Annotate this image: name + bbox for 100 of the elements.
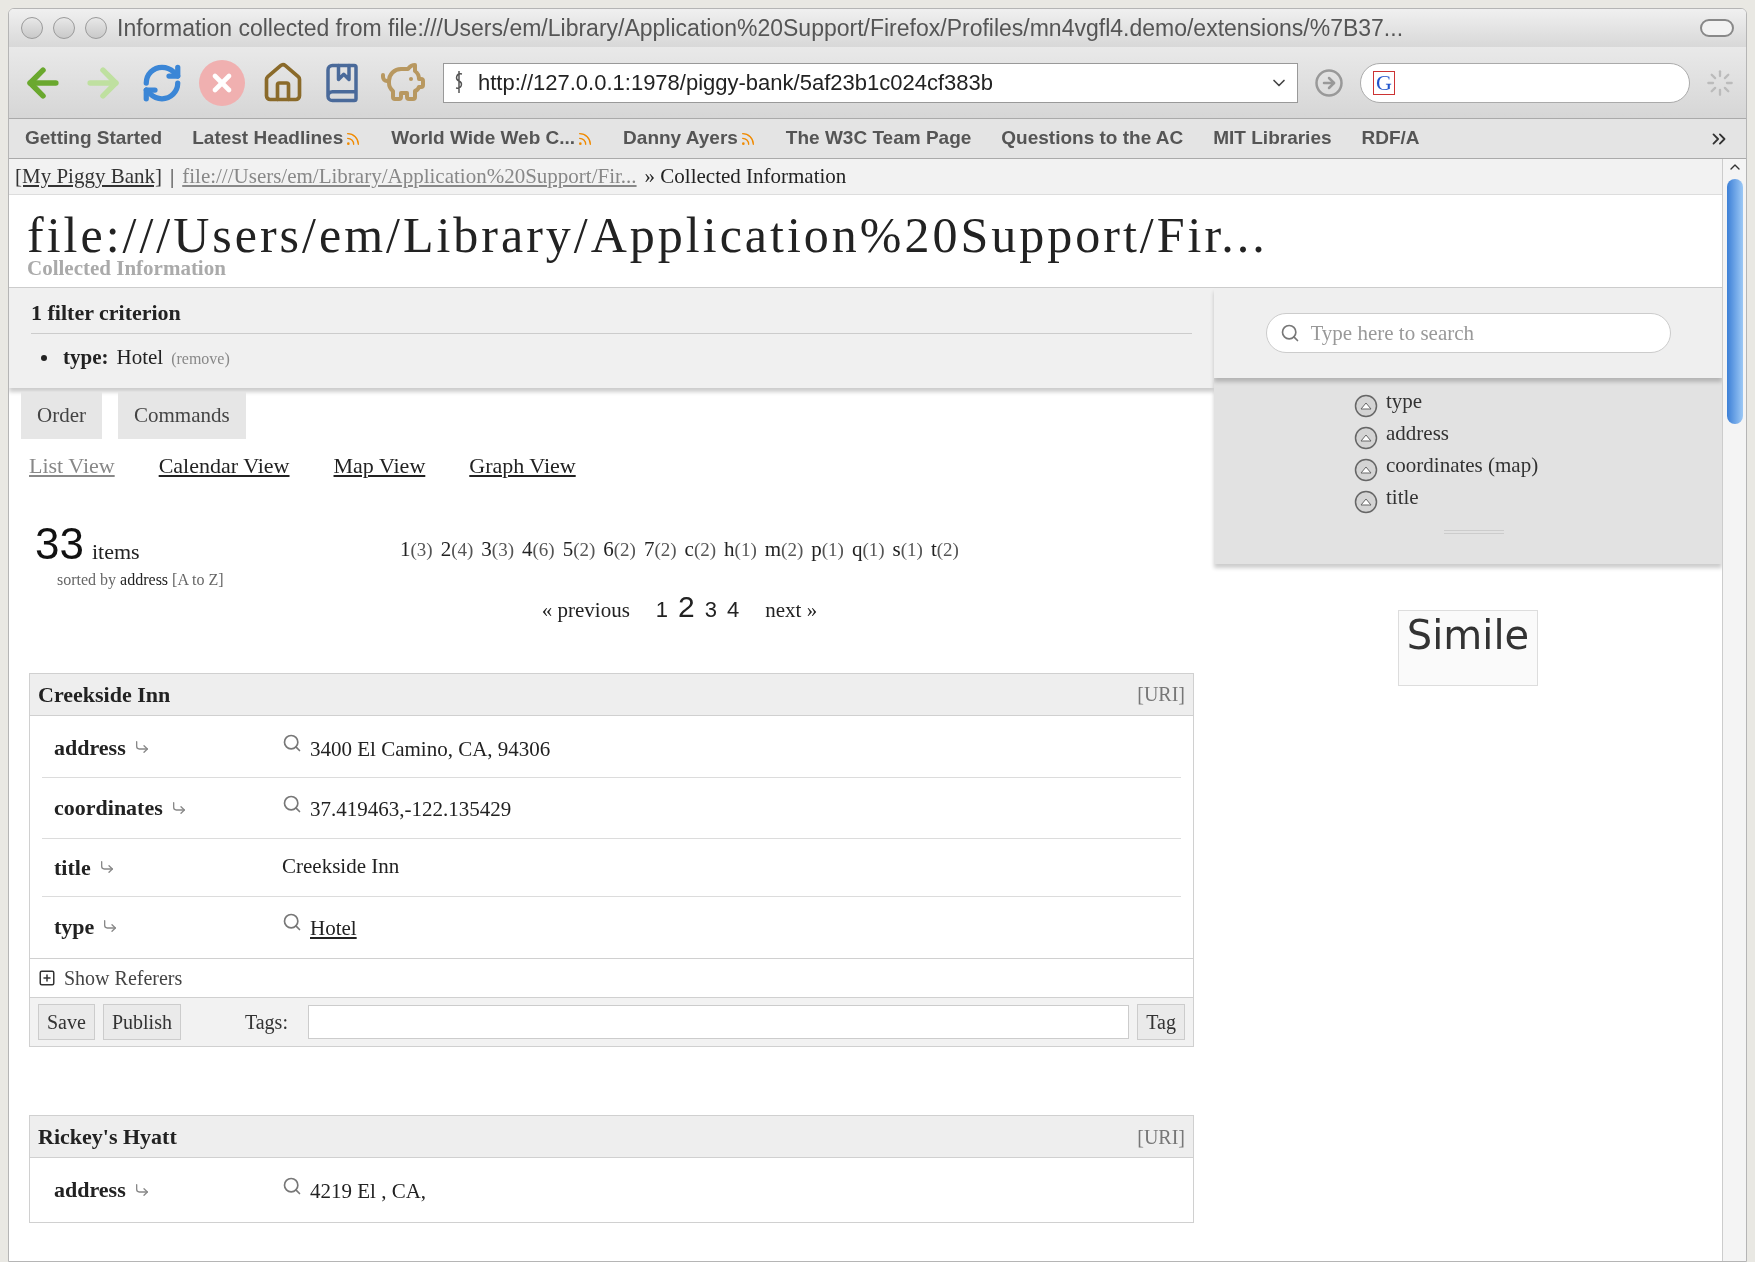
index-link[interactable]: m(2)	[764, 534, 804, 566]
sort-prefix: sorted by	[57, 570, 117, 591]
index-link[interactable]: s(1)	[892, 534, 923, 566]
property-name: address	[54, 733, 126, 762]
search-field[interactable]: Type here to search	[1265, 313, 1671, 353]
facet-label[interactable]: type	[1386, 386, 1423, 418]
home-link[interactable]: [My Piggy Bank]	[15, 160, 162, 193]
property-name: address	[54, 1176, 126, 1205]
stop-button[interactable]	[199, 59, 245, 106]
search-icon[interactable]	[282, 1175, 302, 1196]
search-engine-logo[interactable]: G	[1373, 70, 1395, 95]
property-value: 37.419463,-122.135429	[310, 796, 512, 823]
tag-button[interactable]: Tag	[1137, 1004, 1185, 1040]
sort-order-link[interactable]: [A to Z]	[172, 568, 224, 592]
feed-icon	[577, 130, 594, 147]
tags-input[interactable]	[307, 1005, 1130, 1039]
curved-arrow-icon[interactable]	[170, 799, 187, 816]
filter-value: Hotel	[116, 344, 164, 371]
bookmark-item[interactable]: MIT Libraries	[1213, 124, 1332, 153]
search-icon[interactable]	[282, 793, 302, 814]
collapse-icon[interactable]	[1354, 458, 1378, 482]
bookmark-item[interactable]: World Wide Web C...	[391, 124, 594, 153]
search-engine-field[interactable]: G	[1360, 62, 1690, 103]
property-name: type	[54, 912, 95, 941]
index-link[interactable]: 4(6)	[521, 534, 555, 566]
property-value: 4219 El , CA,	[310, 1178, 427, 1205]
command-tab[interactable]: Order	[21, 391, 102, 439]
collapse-icon[interactable]	[1354, 426, 1378, 450]
feed-icon	[345, 130, 362, 147]
view-tab[interactable]: Calendar View	[158, 449, 290, 482]
scrollbar-thumb[interactable]	[1726, 179, 1743, 424]
view-tab[interactable]: Graph View	[469, 449, 576, 482]
facet-label[interactable]: title	[1386, 482, 1419, 514]
bookmark-item[interactable]: The W3C Team Page	[785, 124, 972, 153]
toolbar-toggle-icon[interactable]	[1700, 19, 1734, 37]
view-tab[interactable]: List View	[29, 449, 115, 482]
index-link[interactable]: t(2)	[930, 534, 959, 566]
property-name: title	[54, 853, 91, 882]
bookmark-item[interactable]: Questions to the AC	[1001, 124, 1184, 153]
facet-label[interactable]: address	[1386, 418, 1449, 450]
sort-field-link[interactable]: address	[120, 568, 169, 592]
property-value-link[interactable]: Hotel	[310, 912, 357, 944]
index-link[interactable]: 3(3)	[481, 534, 514, 566]
window-control-icon[interactable]	[85, 17, 107, 39]
item-title: Creekside Inn	[38, 680, 171, 709]
view-tab[interactable]: Map View	[333, 449, 426, 482]
index-link[interactable]: 5(2)	[562, 534, 596, 566]
publish-button[interactable]: Publish	[102, 1004, 181, 1040]
search-icon[interactable]	[282, 912, 302, 933]
bookmark-item[interactable]: RDF/A	[1361, 124, 1420, 153]
page-link[interactable]: 1	[655, 592, 669, 626]
window-control-icon[interactable]	[53, 17, 75, 39]
url-field[interactable]: http://127.0.0.1:1978/piggy-bank/5af23b1c024cf383b	[443, 62, 1298, 103]
show-referers-link[interactable]: Show Referers	[64, 963, 183, 993]
uri-link[interactable]: [URI]	[1137, 1121, 1185, 1152]
tags-label: Tags:	[244, 1010, 288, 1036]
index-link[interactable]: c(2)	[684, 534, 717, 566]
item-count: 33	[35, 522, 84, 566]
curved-arrow-icon[interactable]	[98, 859, 115, 875]
go-icon[interactable]	[1314, 67, 1344, 98]
expand-icon[interactable]	[38, 969, 56, 987]
bullet-icon	[41, 354, 47, 361]
bookmark-item[interactable]: Danny Ayers	[623, 124, 756, 153]
index-link[interactable]: 2(4)	[440, 534, 474, 566]
window-title: Information collected from file:///Users/em/Library/Application%20Support/Firefox/Profiles/mn4vgfl4.demo/extensions/%7B37...	[117, 13, 1405, 43]
previous-link[interactable]: « previous	[541, 594, 630, 626]
bookmark-item[interactable]: Latest Headlines	[192, 124, 362, 153]
uri-link[interactable]: [URI]	[1137, 679, 1185, 709]
index-link[interactable]: p(1)	[811, 534, 844, 566]
facet-label[interactable]: coordinates (map)	[1386, 450, 1539, 482]
page-link[interactable]: 4	[727, 592, 740, 626]
collapse-icon[interactable]	[1354, 394, 1378, 418]
index-link[interactable]: 6(2)	[603, 534, 636, 566]
feed-icon	[739, 130, 756, 147]
loading-spinner-icon	[1706, 68, 1734, 97]
simile-logo: Simile	[1397, 610, 1539, 686]
page-link[interactable]: 2	[678, 583, 695, 629]
url-text: http://127.0.0.1:1978/piggy-bank/5af23b1c024cf383b	[478, 69, 994, 97]
curved-arrow-icon[interactable]	[133, 739, 150, 756]
index-link[interactable]: 7(2)	[643, 534, 677, 566]
breadcrumb-current: » Collected Information	[644, 162, 847, 190]
next-link[interactable]: next »	[765, 594, 818, 626]
curved-arrow-icon[interactable]	[102, 918, 119, 935]
separator: |	[170, 162, 175, 190]
index-link[interactable]: q(1)	[851, 534, 885, 566]
index-link[interactable]: h(1)	[724, 534, 757, 566]
window-control-icon[interactable]	[21, 17, 43, 39]
curved-arrow-icon[interactable]	[133, 1181, 150, 1198]
search-icon[interactable]	[282, 733, 302, 754]
item-unit: items	[91, 538, 140, 566]
property-value: Creekside Inn	[282, 853, 400, 881]
property-value: 3400 El Camino, CA, 94306	[310, 735, 551, 763]
scrollbar[interactable]	[1722, 159, 1746, 1261]
page-link[interactable]: 3	[704, 592, 717, 626]
index-link[interactable]: 1(3)	[400, 534, 433, 566]
search-icon	[1279, 323, 1300, 343]
collapse-icon[interactable]	[1354, 490, 1378, 514]
save-button[interactable]: Save	[38, 1004, 95, 1040]
bookmark-item[interactable]: Getting Started	[25, 124, 163, 153]
command-tab[interactable]: Commands	[118, 391, 246, 439]
